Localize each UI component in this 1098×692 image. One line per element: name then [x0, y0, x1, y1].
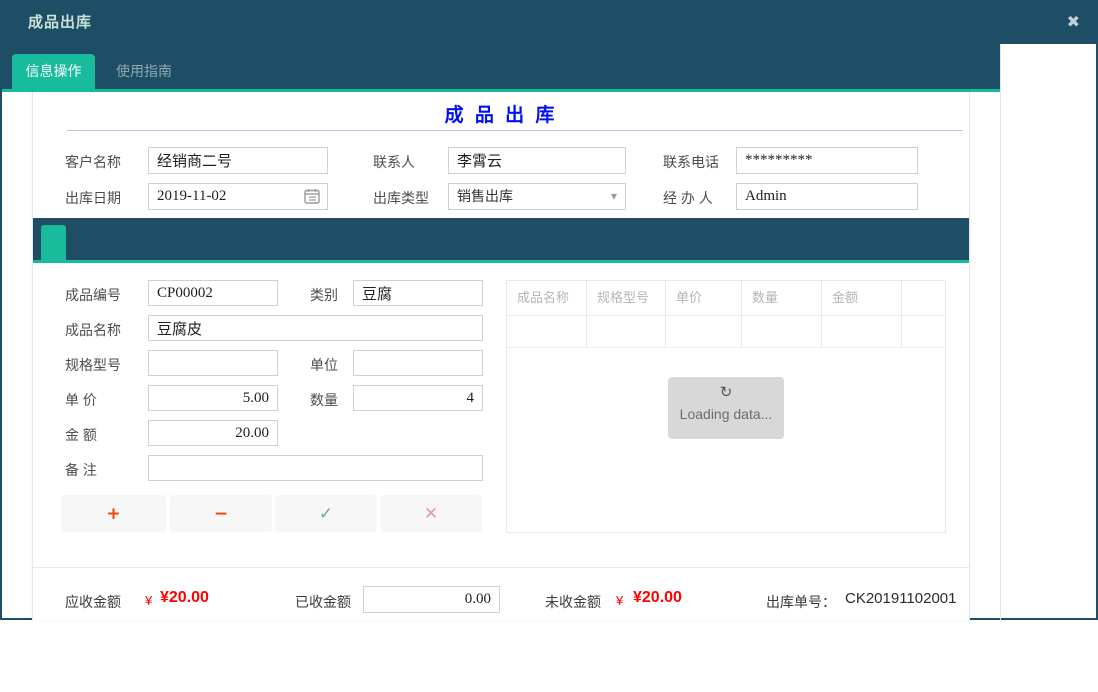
title-underline	[67, 130, 963, 131]
remark-input[interactable]	[148, 455, 483, 481]
contact-label: 联系人	[373, 152, 415, 172]
phone-label: 联系电话	[663, 152, 719, 172]
col-empty	[902, 281, 945, 315]
dialog-title: 成品出库	[28, 2, 92, 44]
outbound-type-select[interactable]: 销售出库 ▾	[448, 183, 626, 210]
unreceived-currency: ¥	[616, 593, 623, 608]
items-table-header: 成品名称 规格型号 单价 数量 金额	[507, 281, 945, 316]
quantity-label: 数量	[310, 390, 338, 410]
loading-spinner-icon: ↻	[720, 383, 733, 401]
outbound-date-input[interactable]	[148, 183, 328, 210]
unit-label: 单位	[310, 355, 338, 375]
minus-icon: −	[214, 504, 228, 524]
col-quantity: 数量	[742, 281, 822, 315]
col-amount: 金额	[822, 281, 902, 315]
unit-input[interactable]	[353, 350, 483, 376]
category-input[interactable]	[353, 280, 483, 306]
unit-price-input[interactable]	[148, 385, 278, 411]
remove-item-button[interactable]: −	[170, 495, 272, 532]
tab-user-guide[interactable]: 使用指南	[102, 54, 186, 89]
contact-input[interactable]	[448, 147, 626, 174]
table-row	[507, 316, 945, 348]
check-icon: ✓	[319, 504, 333, 524]
receivable-label: 应收金额	[65, 592, 121, 612]
dialog-titlebar: 成品出库 ✖	[2, 2, 1096, 44]
content-right-divider	[1000, 44, 1001, 620]
product-name-input[interactable]	[148, 315, 483, 341]
plus-icon: +	[106, 504, 120, 524]
order-number-value: CK20191102001	[845, 590, 957, 607]
phone-input[interactable]	[736, 147, 918, 174]
unreceived-amount: ¥20.00	[633, 589, 682, 607]
page: 成品出库 ✖ 信息操作 使用指南 成 品 出 库 客户名称 联系人 联系电话 出…	[0, 0, 1098, 692]
calendar-icon[interactable]	[304, 188, 320, 204]
product-code-input[interactable]	[148, 280, 278, 306]
customer-name-input[interactable]	[148, 147, 328, 174]
product-code-label: 成品编号	[65, 285, 121, 305]
unreceived-label: 未收金额	[545, 592, 601, 612]
outbound-type-label: 出库类型	[373, 188, 429, 208]
spec-input[interactable]	[148, 350, 278, 376]
cancel-item-button[interactable]: ✕	[380, 495, 482, 532]
col-spec: 规格型号	[587, 281, 666, 315]
col-unit-price: 单价	[666, 281, 742, 315]
customer-name-label: 客户名称	[65, 152, 121, 172]
receivable-currency: ¥	[145, 593, 152, 608]
tab-strip: 信息操作 使用指南	[2, 44, 1000, 92]
category-label: 类别	[310, 285, 338, 305]
product-name-label: 成品名称	[65, 320, 121, 340]
received-amount-input[interactable]	[363, 586, 500, 613]
receivable-amount: ¥20.00	[160, 589, 209, 607]
quantity-input[interactable]	[353, 385, 483, 411]
tab-info-operation[interactable]: 信息操作	[12, 54, 95, 89]
outbound-date-label: 出库日期	[65, 188, 121, 208]
close-icon[interactable]: ✖	[1067, 2, 1080, 44]
item-section-tabbar	[33, 218, 969, 263]
unit-price-label: 单 价	[65, 390, 97, 410]
footer-separator	[33, 567, 969, 568]
order-number-label: 出库单号：	[766, 592, 836, 612]
operator-label: 经 办 人	[663, 188, 713, 208]
form-title: 成 品 出 库	[33, 100, 969, 127]
form-card: 成 品 出 库 客户名称 联系人 联系电话 出库日期 出库类型 销售出库	[32, 92, 970, 620]
chevron-down-icon: ▾	[611, 184, 617, 209]
cross-icon: ✕	[424, 504, 438, 524]
outbound-type-value: 销售出库	[457, 188, 513, 204]
spec-label: 规格型号	[65, 355, 121, 375]
loading-text: Loading data...	[668, 406, 784, 422]
loading-overlay: ↻ Loading data...	[668, 377, 784, 439]
amount-input[interactable]	[148, 420, 278, 446]
add-item-button[interactable]: +	[61, 495, 166, 532]
confirm-item-button[interactable]: ✓	[275, 495, 377, 532]
col-product-name: 成品名称	[507, 281, 587, 315]
operator-input[interactable]	[736, 183, 918, 210]
received-label: 已收金额	[295, 592, 351, 612]
remark-label: 备 注	[65, 460, 97, 480]
item-section-active-tab[interactable]	[41, 225, 66, 260]
outbound-dialog: 成品出库 ✖ 信息操作 使用指南 成 品 出 库 客户名称 联系人 联系电话 出…	[0, 0, 1098, 620]
amount-label: 金 额	[65, 425, 97, 445]
